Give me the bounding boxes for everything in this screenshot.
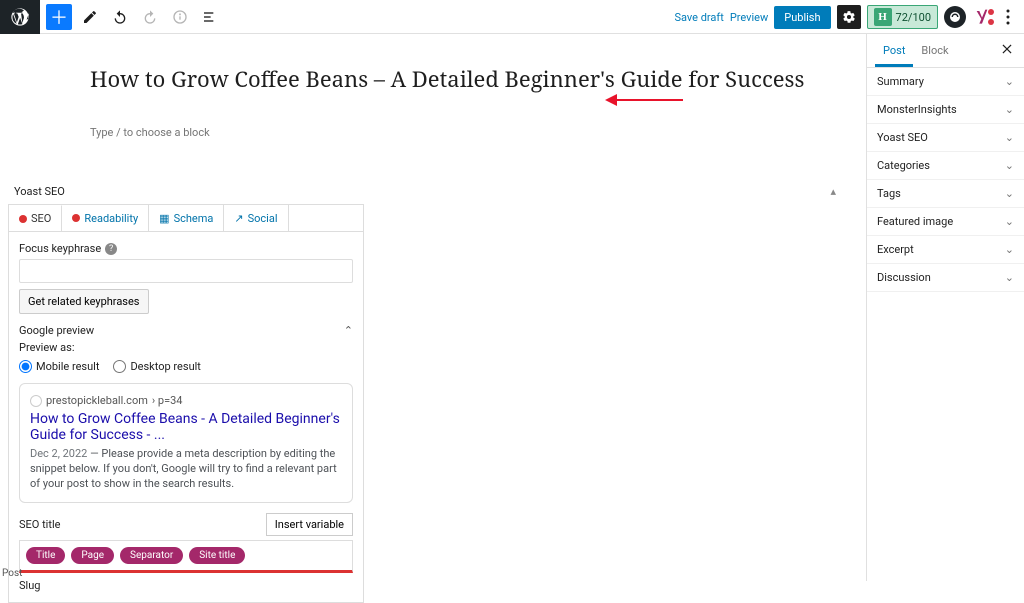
tab-post[interactable]: Post — [875, 34, 913, 67]
wordpress-icon — [11, 8, 29, 26]
panel-excerpt[interactable]: Excerpt⌄ — [867, 236, 1024, 264]
pill-page[interactable]: Page — [71, 547, 114, 564]
yoast-tab-schema[interactable]: ▦Schema — [149, 205, 224, 231]
chevron-down-icon: ⌄ — [1005, 187, 1014, 200]
block-placeholder[interactable]: Type / to choose a block — [90, 126, 934, 139]
tab-block[interactable]: Block — [913, 34, 956, 67]
google-preview-heading: Google preview — [19, 324, 94, 337]
outline-button[interactable] — [198, 5, 222, 29]
help-icon[interactable]: ? — [105, 243, 117, 255]
yoast-metabox: Yoast SEO ▴ SEO Readability ▦Schema ↗Soc… — [0, 175, 850, 603]
chevron-down-icon: ⌄ — [1005, 131, 1014, 144]
favicon-placeholder — [30, 395, 42, 407]
chevron-down-icon: ⌄ — [1005, 243, 1014, 256]
radio-desktop-result[interactable]: Desktop result — [113, 360, 200, 373]
focus-keyphrase-input[interactable] — [19, 259, 353, 283]
chevron-down-icon: ⌄ — [1005, 215, 1014, 228]
share-icon: ↗ — [234, 212, 243, 225]
panel-yoast-seo[interactable]: Yoast SEO⌄ — [867, 124, 1024, 152]
close-sidebar-button[interactable] — [1000, 42, 1018, 60]
insert-variable-button[interactable]: Insert variable — [266, 513, 353, 536]
pill-site-title[interactable]: Site title — [189, 547, 245, 564]
headline-score-badge[interactable]: H 72/100 — [867, 5, 938, 29]
chevron-down-icon: ⌄ — [1005, 75, 1014, 88]
info-button[interactable] — [168, 5, 192, 29]
google-snippet-preview: prestopickleball.com › p=34 How to Grow … — [19, 383, 353, 503]
pill-title[interactable]: Title — [26, 547, 65, 564]
snippet-title[interactable]: How to Grow Coffee Beans - A Detailed Be… — [30, 411, 342, 443]
pill-separator[interactable]: Separator — [120, 547, 183, 564]
yoast-tabs: SEO Readability ▦Schema ↗Social — [9, 205, 363, 232]
yoast-section-title: Yoast SEO — [14, 185, 65, 198]
yoast-toggle-icon[interactable]: ▴ — [830, 185, 836, 198]
seo-score-dot — [19, 215, 27, 223]
publish-button[interactable]: Publish — [774, 6, 830, 29]
yoast-tab-seo[interactable]: SEO — [9, 205, 62, 231]
undo-button[interactable] — [108, 5, 132, 29]
radio-mobile-result[interactable]: Mobile result — [19, 360, 99, 373]
collapse-google-preview[interactable]: ⌃ — [344, 324, 353, 337]
headline-score-text: 72/100 — [896, 11, 931, 24]
chevron-down-icon: ⌄ — [1005, 103, 1014, 116]
panel-tags[interactable]: Tags⌄ — [867, 180, 1024, 208]
save-draft-link[interactable]: Save draft — [674, 11, 723, 24]
readability-score-dot — [72, 214, 80, 222]
wp-logo-button[interactable] — [0, 0, 40, 34]
preview-link[interactable]: Preview — [730, 11, 768, 24]
panel-categories[interactable]: Categories⌄ — [867, 152, 1024, 180]
yoast-toolbar-icon[interactable] — [972, 7, 992, 27]
yoast-status-dot-seo — [988, 19, 994, 25]
schema-icon: ▦ — [159, 212, 169, 225]
monsterinsights-toolbar-icon[interactable] — [944, 6, 966, 28]
post-title[interactable]: How to Grow Coffee Beans – A Detailed Be… — [90, 64, 934, 94]
status-bar: Post — [2, 568, 22, 579]
yoast-tab-social[interactable]: ↗Social — [224, 205, 288, 231]
redo-button[interactable] — [138, 5, 162, 29]
add-block-button[interactable]: ＋ — [46, 4, 72, 30]
chevron-down-icon: ⌄ — [1005, 159, 1014, 172]
snippet-description: Dec 2, 2022 — Please provide a meta desc… — [30, 447, 342, 492]
headline-h-icon: H — [874, 8, 892, 26]
seo-title-label: SEO title — [19, 518, 60, 531]
panel-monsterinsights[interactable]: MonsterInsights⌄ — [867, 96, 1024, 124]
slug-label: Slug — [19, 579, 353, 592]
focus-keyphrase-label: Focus keyphrase ? — [19, 242, 353, 255]
snippet-url: prestopickleball.com › p=34 — [30, 394, 342, 407]
edit-tool-button[interactable] — [78, 5, 102, 29]
preview-as-label: Preview as: — [19, 341, 353, 354]
yoast-status-dot-readability — [988, 9, 994, 15]
seo-title-input[interactable]: Title Page Separator Site title — [19, 540, 353, 573]
options-button[interactable] — [998, 4, 1018, 30]
panel-featured-image[interactable]: Featured image⌄ — [867, 208, 1024, 236]
panel-discussion[interactable]: Discussion⌄ — [867, 264, 1024, 292]
settings-sidebar: Post Block Summary⌄ MonsterInsights⌄ Yoa… — [866, 34, 1024, 581]
chevron-down-icon: ⌄ — [1005, 271, 1014, 284]
panel-summary[interactable]: Summary⌄ — [867, 68, 1024, 96]
get-related-keyphrases-button[interactable]: Get related keyphrases — [19, 289, 149, 314]
yoast-tab-readability[interactable]: Readability — [62, 205, 149, 231]
top-toolbar: ＋ Save draft Preview Publish H 72/100 — [0, 0, 1024, 34]
settings-button[interactable] — [837, 5, 861, 29]
